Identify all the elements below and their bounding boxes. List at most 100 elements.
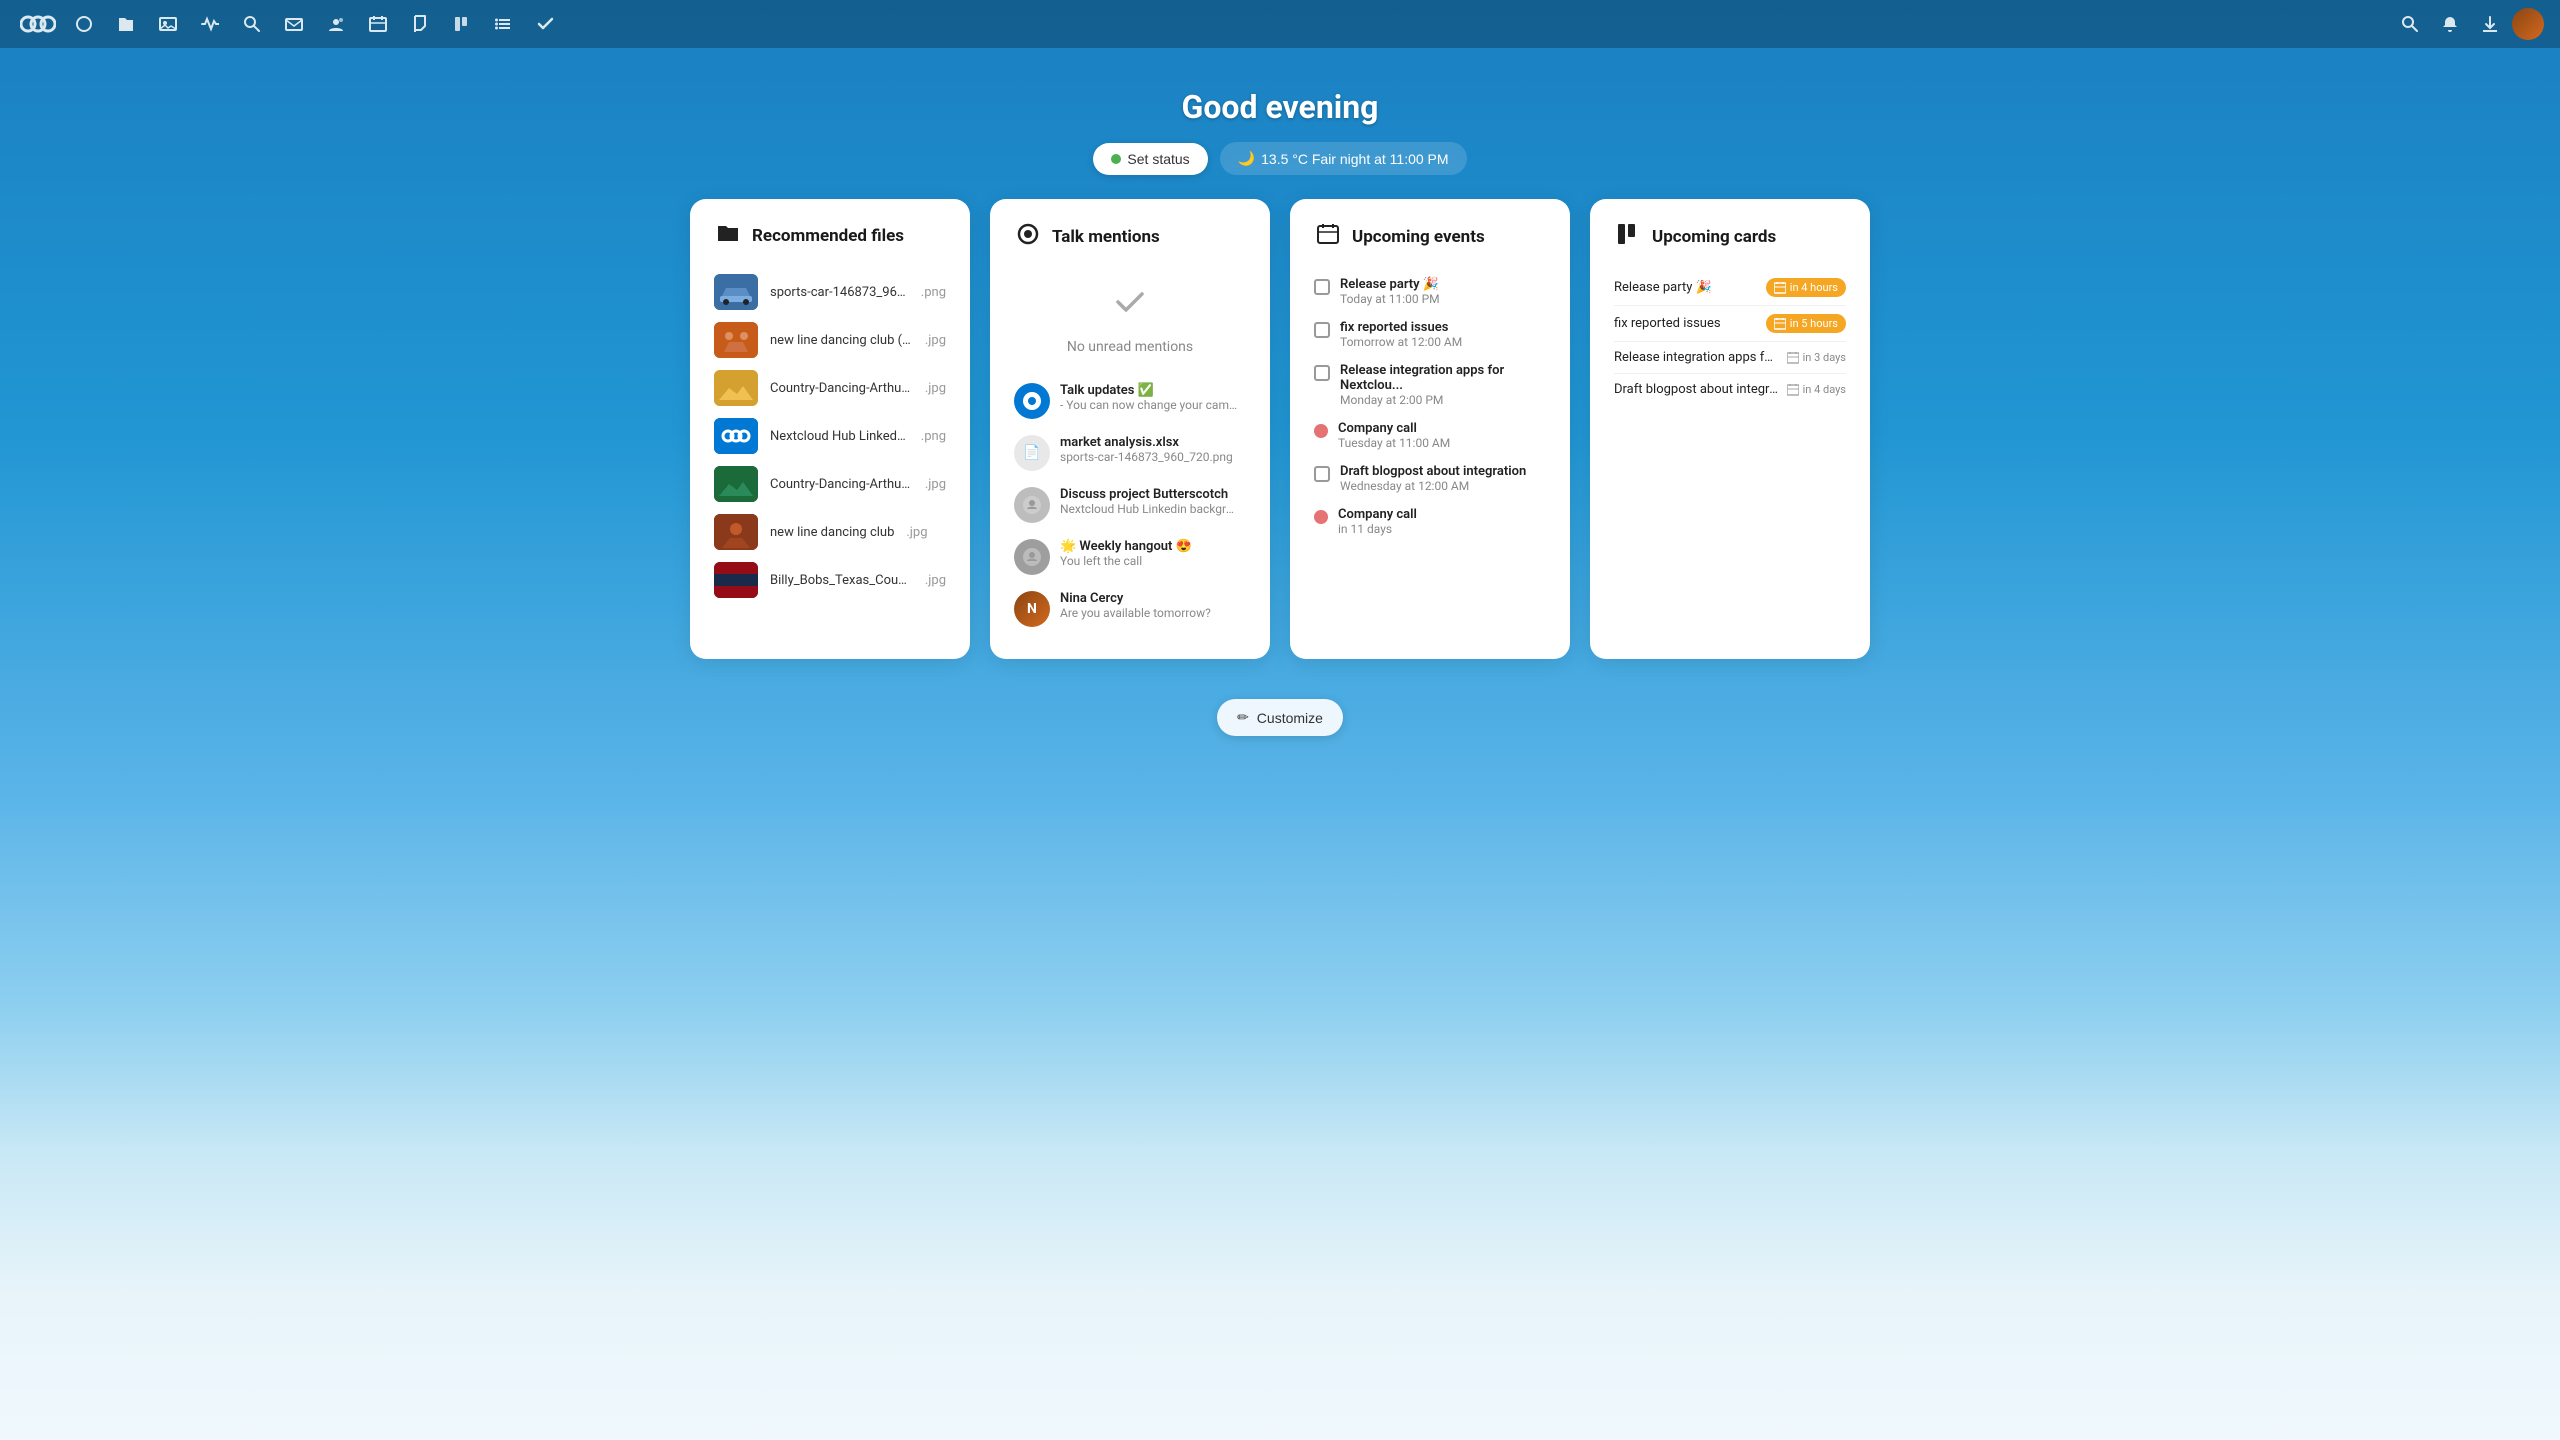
main-content: Good evening Set status 🌙 13.5 °C Fair n…	[0, 0, 2560, 1440]
file-name: sports-car-146873_960_7...	[770, 285, 909, 300]
tasks-list-icon[interactable]	[486, 6, 522, 42]
event-time: Tuesday at 11:00 AM	[1338, 436, 1450, 450]
talk-mentions-title: Talk mentions	[1052, 227, 1160, 247]
event-checkbox[interactable]	[1314, 322, 1330, 338]
upcoming-cards-header: Upcoming cards	[1614, 223, 1846, 250]
event-details: fix reported issues Tomorrow at 12:00 AM	[1340, 320, 1462, 349]
event-title: Release integration apps for Nextclou...	[1340, 363, 1546, 393]
mention-title: Discuss project Butterscotch	[1060, 487, 1240, 502]
card-item[interactable]: fix reported issues in 5 hours	[1614, 306, 1846, 342]
mail-icon[interactable]	[276, 6, 312, 42]
files-icon[interactable]	[108, 6, 144, 42]
file-item[interactable]: new line dancing club.jpg	[714, 508, 946, 556]
greeting-section: Good evening Set status 🌙 13.5 °C Fair n…	[1093, 48, 1466, 199]
mention-sub: Are you available tomorrow?	[1060, 606, 1211, 620]
circle-icon[interactable]	[66, 6, 102, 42]
card-item[interactable]: Release party 🎉 in 4 hours	[1614, 270, 1846, 306]
card-item[interactable]: Release integration apps for... in 3 day…	[1614, 342, 1846, 374]
mention-avatar	[1014, 539, 1050, 575]
mention-item[interactable]: 🌟 Weekly hangout 😍 You left the call	[1014, 531, 1246, 583]
mention-sub: - You can now change your camer...	[1060, 398, 1240, 412]
file-name: Country-Dancing-Arthur_...	[770, 477, 913, 492]
card-badge: in 4 hours	[1766, 278, 1846, 297]
mention-item[interactable]: Discuss project Butterscotch Nextcloud H…	[1014, 479, 1246, 531]
event-details: Release party 🎉 Today at 11:00 PM	[1340, 277, 1440, 306]
mention-item[interactable]: 📄 market analysis.xlsx sports-car-146873…	[1014, 427, 1246, 479]
files-list: sports-car-146873_960_7... .png new line …	[714, 268, 946, 604]
set-status-label: Set status	[1127, 151, 1189, 167]
event-checkbox[interactable]	[1314, 466, 1330, 482]
event-details: Release integration apps for Nextclou...…	[1340, 363, 1546, 407]
customize-button[interactable]: ✏ Customize	[1217, 699, 1343, 736]
user-avatar[interactable]	[2512, 8, 2544, 40]
calendar-widget-icon	[1314, 223, 1342, 250]
greeting-title: Good evening	[1093, 88, 1466, 126]
card-badge-gray: in 3 days	[1787, 351, 1846, 364]
cards-list: Release party 🎉 in 4 hours fix reported …	[1614, 270, 1846, 405]
recommended-files-widget: Recommended files sports-car-146873_960_…	[690, 199, 970, 659]
checkmark-icon	[1110, 282, 1150, 331]
mention-avatar: 📄	[1014, 435, 1050, 471]
calendar-icon[interactable]	[360, 6, 396, 42]
card-title: Release integration apps for...	[1614, 350, 1779, 365]
activity-icon[interactable]	[192, 6, 228, 42]
event-time: Wednesday at 12:00 AM	[1340, 479, 1526, 493]
nextcloud-logo[interactable]	[16, 6, 60, 42]
mention-sub: sports-car-146873_960_720.png	[1060, 450, 1233, 464]
card-item[interactable]: Draft blogpost about integra... in 4 day…	[1614, 374, 1846, 405]
deck-icon[interactable]	[444, 6, 480, 42]
event-title: Company call	[1338, 507, 1417, 522]
event-item[interactable]: Release party 🎉 Today at 11:00 PM	[1314, 270, 1546, 313]
notifications-icon[interactable]	[2432, 6, 2468, 42]
card-badge-gray: in 4 days	[1787, 383, 1846, 396]
widgets-container: Recommended files sports-car-146873_960_…	[580, 199, 1980, 699]
tasks-icon[interactable]	[528, 6, 564, 42]
event-item[interactable]: Release integration apps for Nextclou...…	[1314, 356, 1546, 414]
notes-icon[interactable]	[402, 6, 438, 42]
event-title: fix reported issues	[1340, 320, 1462, 335]
customize-label: Customize	[1257, 710, 1323, 726]
search-nav-icon[interactable]	[2392, 6, 2428, 42]
photos-icon[interactable]	[150, 6, 186, 42]
file-item[interactable]: Country-Dancing-Arthur_....jpg	[714, 364, 946, 412]
event-checkbox[interactable]	[1314, 279, 1330, 295]
mention-item[interactable]: Talk updates ✅ - You can now change your…	[1014, 375, 1246, 427]
event-item[interactable]: Company call Tuesday at 11:00 AM	[1314, 414, 1546, 457]
talk-mentions-header: Talk mentions	[1014, 223, 1246, 250]
mention-content: Talk updates ✅ - You can now change your…	[1060, 383, 1240, 412]
mention-title: Nina Cercy	[1060, 591, 1211, 606]
contacts-icon[interactable]	[318, 6, 354, 42]
event-title: Draft blogpost about integration	[1340, 464, 1526, 479]
mention-content: market analysis.xlsx sports-car-146873_9…	[1060, 435, 1233, 464]
deck-widget-icon	[1614, 223, 1642, 250]
download-icon[interactable]	[2472, 6, 2508, 42]
upcoming-cards-title: Upcoming cards	[1652, 227, 1776, 247]
file-item[interactable]: new line dancing club (2).jpg	[714, 316, 946, 364]
no-mentions-text: No unread mentions	[1067, 339, 1193, 355]
event-item[interactable]: Company call in 11 days	[1314, 500, 1546, 543]
file-ext: .png	[921, 429, 946, 444]
file-item[interactable]: Billy_Bobs_Texas_Countr....jpg	[714, 556, 946, 604]
event-item[interactable]: Draft blogpost about integration Wednesd…	[1314, 457, 1546, 500]
event-time: Monday at 2:00 PM	[1340, 393, 1546, 407]
file-item[interactable]: sports-car-146873_960_7... .png	[714, 268, 946, 316]
card-title: fix reported issues	[1614, 316, 1758, 331]
customize-icon: ✏	[1237, 709, 1249, 726]
mention-content: Nina Cercy Are you available tomorrow?	[1060, 591, 1211, 620]
card-badge: in 5 hours	[1766, 314, 1846, 333]
event-details: Company call in 11 days	[1338, 507, 1417, 536]
event-dot	[1314, 510, 1328, 524]
weather-button[interactable]: 🌙 13.5 °C Fair night at 11:00 PM	[1220, 142, 1467, 175]
set-status-button[interactable]: Set status	[1093, 143, 1207, 175]
event-checkbox[interactable]	[1314, 365, 1330, 381]
mention-sub: Nextcloud Hub Linkedin backgrou...	[1060, 502, 1240, 516]
event-time: Tomorrow at 12:00 AM	[1340, 335, 1462, 349]
file-item[interactable]: Nextcloud Hub Linkedin b....png	[714, 412, 946, 460]
event-dot	[1314, 424, 1328, 438]
mention-item[interactable]: N Nina Cercy Are you available tomorrow?	[1014, 583, 1246, 635]
upcoming-events-widget: Upcoming events Release party 🎉 Today at…	[1290, 199, 1570, 659]
file-ext: .png	[921, 285, 946, 300]
file-item[interactable]: Country-Dancing-Arthur_....jpg	[714, 460, 946, 508]
search-icon[interactable]	[234, 6, 270, 42]
event-item[interactable]: fix reported issues Tomorrow at 12:00 AM	[1314, 313, 1546, 356]
